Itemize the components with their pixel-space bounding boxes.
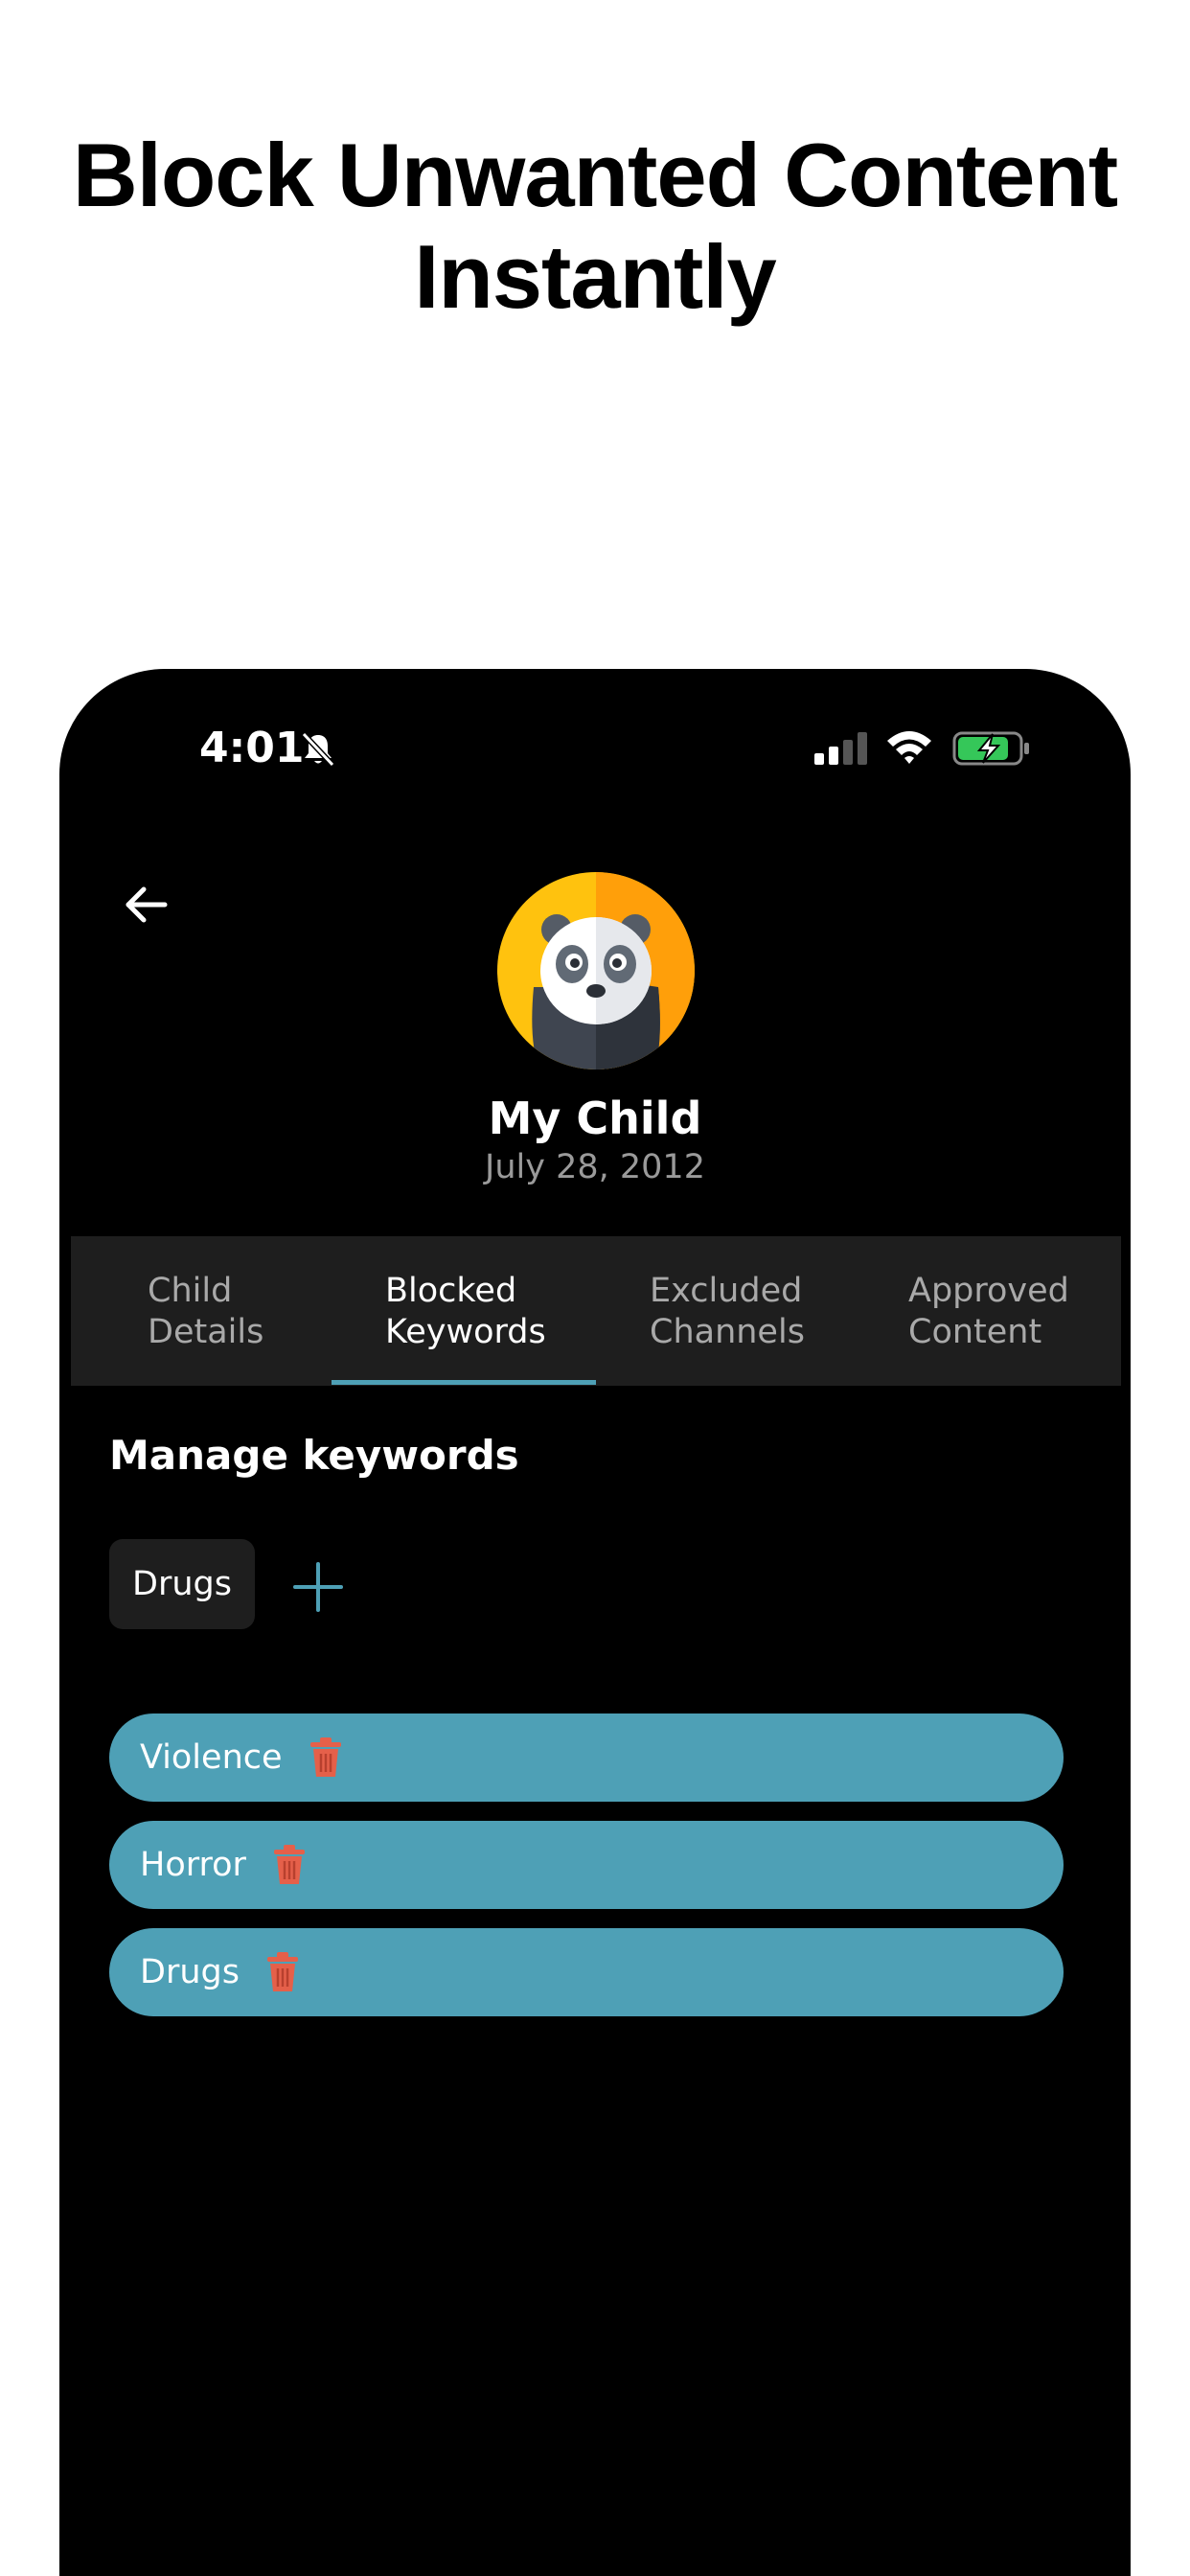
back-arrow-icon[interactable] bbox=[121, 880, 171, 930]
tab-label-line-2: Content bbox=[908, 1313, 1042, 1351]
keyword-label: Horror bbox=[140, 1846, 246, 1884]
trash-icon[interactable] bbox=[308, 1736, 344, 1779]
tab-label-line-2: Details bbox=[148, 1313, 264, 1351]
tab-label-line-1: Excluded bbox=[650, 1272, 803, 1310]
trash-icon[interactable] bbox=[264, 1951, 301, 1993]
status-time: 4:01 bbox=[199, 724, 305, 772]
tab-label-line-2: Keywords bbox=[385, 1313, 546, 1351]
panda-avatar bbox=[497, 872, 695, 1070]
battery-charging-icon bbox=[952, 731, 1029, 766]
child-name: My Child bbox=[488, 1092, 702, 1144]
bell-slash-icon bbox=[301, 731, 335, 768]
keyword-chip: Violence bbox=[109, 1714, 1064, 1802]
phone-screen: 4:01 My Child July 28, 2012 Child Detail… bbox=[59, 669, 1131, 2576]
tab-excluded-channels[interactable]: Excluded Channels bbox=[650, 1236, 805, 1386]
section-title: Manage keywords bbox=[109, 1432, 519, 1479]
child-birth-date: July 28, 2012 bbox=[485, 1148, 705, 1186]
active-tab-indicator bbox=[332, 1380, 596, 1385]
tab-label-line-2: Channels bbox=[650, 1313, 805, 1351]
headline-line-1: Block Unwanted Content bbox=[72, 125, 1118, 225]
keyword-input[interactable]: Drugs bbox=[109, 1539, 255, 1629]
plus-icon[interactable] bbox=[289, 1558, 347, 1616]
keyword-label: Violence bbox=[140, 1738, 283, 1777]
keyword-chip: Drugs bbox=[109, 1928, 1064, 2016]
tab-blocked-keywords[interactable]: Blocked Keywords bbox=[385, 1236, 546, 1386]
tab-label-line-1: Approved bbox=[908, 1272, 1069, 1310]
wifi-icon bbox=[887, 731, 931, 764]
keyword-chip: Horror bbox=[109, 1821, 1064, 1909]
tab-approved-content[interactable]: Approved Content bbox=[908, 1236, 1069, 1386]
keyword-label: Drugs bbox=[140, 1953, 240, 1991]
tab-label-line-1: Blocked bbox=[385, 1272, 517, 1310]
tab-label-line-1: Child bbox=[148, 1272, 233, 1310]
signal-icon bbox=[814, 732, 867, 765]
trash-icon[interactable] bbox=[271, 1844, 308, 1886]
blocked-keyword-list: Violence Horror Drugs bbox=[109, 1714, 1064, 2036]
headline-line-2: Instantly bbox=[414, 226, 777, 327]
profile-tabs: Child Details Blocked Keywords Excluded … bbox=[71, 1236, 1121, 1386]
marketing-headline: Block Unwanted Content Instantly bbox=[0, 125, 1190, 328]
tab-child-details[interactable]: Child Details bbox=[148, 1236, 263, 1386]
